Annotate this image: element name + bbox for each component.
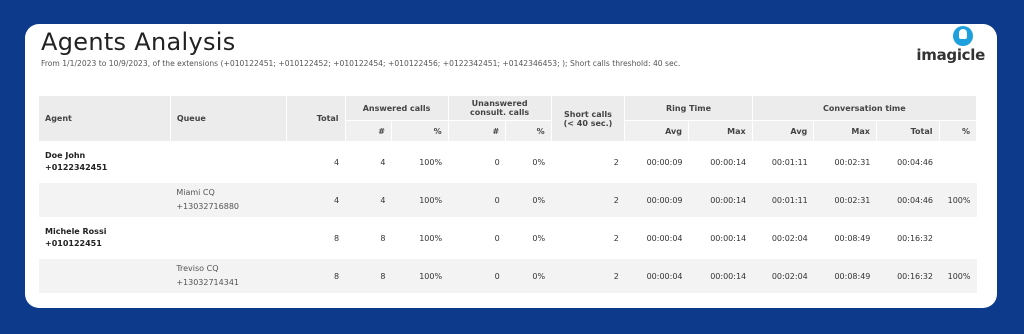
header-agent: Agent <box>39 96 171 142</box>
cell-ring-max: 00:00:14 <box>688 258 753 294</box>
cell-conv-pct <box>939 141 977 183</box>
cell-conv-max: 00:02:31 <box>813 141 877 183</box>
subheader-conv-total: Total <box>876 120 940 142</box>
cell-conv-total: 00:16:32 <box>876 258 940 294</box>
cell-conv-avg: 00:02:04 <box>752 217 814 259</box>
cell-conv-max: 00:08:49 <box>813 217 877 259</box>
cell-unanswered-count: 0 <box>448 141 506 183</box>
subheader-conv-max: Max <box>813 120 877 142</box>
table-row-queue: Treviso CQ +13032714341 8 8 100% 0 0% 2 … <box>39 258 977 294</box>
cell-total: 8 <box>286 217 346 259</box>
cell-answered-pct: 100% <box>391 217 449 259</box>
cell-total: 4 <box>286 141 346 183</box>
agents-table: Agent Queue Total Answered calls Unanswe… <box>39 96 978 294</box>
report-card: Agents Analysis From 1/1/2023 to 10/9/20… <box>25 24 997 308</box>
cell-unanswered-count: 0 <box>448 217 506 259</box>
report-subtitle: From 1/1/2023 to 10/9/2023, of the exten… <box>41 59 681 68</box>
cell-unanswered-count: 0 <box>448 182 506 218</box>
header-conversation-time: Conversation time <box>752 96 978 121</box>
agent-cell <box>39 182 171 218</box>
cell-answered-pct: 100% <box>391 182 449 218</box>
agent-name: Michele Rossi <box>45 227 107 236</box>
cell-ring-avg: 00:00:09 <box>624 141 689 183</box>
page-title: Agents Analysis <box>41 28 236 56</box>
cell-ring-max: 00:00:14 <box>688 217 753 259</box>
cell-total: 4 <box>286 182 346 218</box>
subheader-conv-avg: Avg <box>752 120 815 142</box>
cell-total: 8 <box>286 258 346 294</box>
queue-name: Miami CQ <box>176 188 215 197</box>
cell-conv-avg: 00:02:04 <box>752 258 814 294</box>
subheader-unanswered-count: # <box>448 120 507 142</box>
queue-cell: Treviso CQ +13032714341 <box>170 258 287 294</box>
agent-extension: +0122342451 <box>45 163 108 172</box>
cell-conv-pct: 100% <box>939 182 977 218</box>
subheader-ring-avg: Avg <box>624 120 689 142</box>
cell-conv-avg: 00:01:11 <box>752 182 814 218</box>
queue-extension: +13032716880 <box>176 202 240 211</box>
subheader-unanswered-pct: % <box>505 120 552 142</box>
cell-conv-total: 00:04:46 <box>876 141 940 183</box>
header-total: Total <box>286 96 346 142</box>
cell-unanswered-count: 0 <box>448 258 506 294</box>
cell-answered-count: 4 <box>345 141 392 183</box>
cell-ring-max: 00:00:14 <box>688 182 753 218</box>
cell-unanswered-pct: 0% <box>505 217 552 259</box>
cell-conv-pct <box>939 217 977 259</box>
cell-ring-max: 00:00:14 <box>688 141 753 183</box>
cell-unanswered-pct: 0% <box>505 141 552 183</box>
agent-cell: Michele Rossi +010122451 <box>39 217 171 259</box>
cell-answered-count: 8 <box>345 217 392 259</box>
cell-conv-total: 00:04:46 <box>876 182 940 218</box>
cell-answered-count: 8 <box>345 258 392 294</box>
cell-conv-pct: 100% <box>939 258 977 294</box>
cell-ring-avg: 00:00:04 <box>624 217 689 259</box>
header-ring-time: Ring Time <box>624 96 753 121</box>
subheader-conv-pct: % <box>939 120 978 142</box>
header-unanswered-calls: Unanswered consult. calls <box>448 96 552 121</box>
cell-unanswered-pct: 0% <box>505 182 552 218</box>
cell-short-calls: 2 <box>551 141 625 183</box>
queue-name: Treviso CQ <box>176 264 219 273</box>
subheader-answered-count: # <box>345 120 393 142</box>
table-row-queue: Miami CQ +13032716880 4 4 100% 0 0% 2 00… <box>39 182 977 218</box>
table-row-agent: Michele Rossi +010122451 8 8 100% 0 0% 2… <box>39 217 977 259</box>
cell-conv-avg: 00:01:11 <box>752 141 814 183</box>
queue-cell <box>170 141 287 183</box>
agent-cell: Doe John +0122342451 <box>39 141 171 183</box>
subheader-answered-pct: % <box>391 120 449 142</box>
cell-answered-count: 4 <box>345 182 392 218</box>
imagicle-logo: imagicle <box>905 26 985 70</box>
queue-extension: +13032714341 <box>176 278 240 287</box>
cell-answered-pct: 100% <box>391 141 449 183</box>
cell-conv-max: 00:08:49 <box>813 258 877 294</box>
cell-conv-total: 00:16:32 <box>876 217 940 259</box>
agent-cell <box>39 258 171 294</box>
queue-cell <box>170 217 287 259</box>
header-short-calls: Short calls (< 40 sec.) <box>551 96 626 142</box>
agent-extension: +010122451 <box>45 239 102 248</box>
cell-answered-pct: 100% <box>391 258 449 294</box>
cell-ring-avg: 00:00:04 <box>624 258 689 294</box>
cell-short-calls: 2 <box>551 258 625 294</box>
agent-name: Doe John <box>45 151 86 160</box>
table-row-agent: Doe John +0122342451 4 4 100% 0 0% 2 00:… <box>39 141 977 183</box>
header-answered-calls: Answered calls <box>345 96 449 121</box>
cell-unanswered-pct: 0% <box>505 258 552 294</box>
cell-short-calls: 2 <box>551 182 625 218</box>
cell-ring-avg: 00:00:09 <box>624 182 689 218</box>
cell-conv-max: 00:02:31 <box>813 182 877 218</box>
header-queue: Queue <box>170 96 287 142</box>
subheader-ring-max: Max <box>688 120 753 142</box>
logo-text: imagicle <box>916 46 985 64</box>
cell-short-calls: 2 <box>551 217 625 259</box>
logo-mark-icon <box>953 26 973 46</box>
queue-cell: Miami CQ +13032716880 <box>170 182 287 218</box>
